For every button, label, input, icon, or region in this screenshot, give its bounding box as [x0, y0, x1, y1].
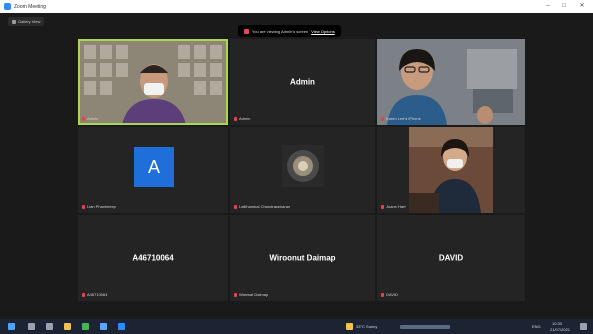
participant-name: Lalithambal Chandrasekaran — [239, 204, 291, 209]
video-tile-9[interactable]: DAVID DAVID — [377, 215, 525, 301]
share-indicator-icon — [244, 28, 249, 34]
maximize-button[interactable]: □ — [558, 2, 570, 10]
video-tile-8[interactable]: Wiroonut Daimap Wanwat Daimap — [230, 215, 375, 301]
title-bar: Zoom Meeting – □ ✕ — [0, 0, 593, 13]
screen-share-notice: You are viewing Admin's screen View Opti… — [238, 25, 341, 37]
edge-icon[interactable] — [100, 323, 107, 330]
zoom-app-icon — [4, 3, 11, 10]
video-tile-3[interactable]: Karen Lee's iPhone — [377, 39, 525, 125]
grid-icon — [12, 19, 16, 24]
close-button[interactable]: ✕ — [576, 2, 588, 10]
gallery-view-label: Gallery View — [18, 19, 41, 24]
participant-label: A46710064 — [82, 292, 107, 297]
excel-icon[interactable] — [82, 323, 89, 330]
file-explorer-icon[interactable] — [64, 323, 71, 330]
mic-muted-icon — [381, 292, 384, 297]
participant-avatar-image — [282, 145, 324, 187]
windows-start-icon[interactable] — [8, 323, 15, 330]
avatar: A — [134, 147, 174, 187]
clock-date[interactable]: 21/07/2021 — [550, 327, 570, 332]
video-tile-4[interactable]: A Lian Phanimeep — [78, 127, 228, 213]
participant-label: Joann Hart — [381, 204, 406, 209]
view-options-link[interactable]: View Options — [311, 29, 335, 34]
weather-text: 33°C Sunny — [356, 324, 378, 329]
participant-label: Lian Phanimeep — [82, 204, 116, 209]
participant-name: Karen Lee's iPhone — [386, 116, 421, 121]
language-indicator[interactable]: ENG — [532, 324, 541, 329]
zoom-taskbar-icon[interactable] — [118, 323, 125, 330]
participant-video-3 — [377, 39, 525, 125]
notice-text: You are viewing Admin's screen — [252, 28, 309, 34]
participant-name: Admin — [87, 116, 99, 121]
participant-label: Admin — [234, 116, 250, 121]
video-tile-7[interactable]: A46710064 A46710064 — [78, 215, 228, 301]
notification-icon[interactable] — [580, 323, 587, 330]
participant-name: Lian Phanimeep — [87, 204, 116, 209]
participant-video-1 — [78, 39, 228, 125]
clock-time[interactable]: 10:30 — [552, 321, 562, 326]
mic-muted-icon — [381, 116, 384, 121]
participant-display-name: Wiroonut Daimap — [269, 253, 336, 263]
participant-label: Karen Lee's iPhone — [381, 116, 421, 121]
participant-name: A46710064 — [87, 292, 108, 297]
taskbar: 33°C Sunny ENG 10:30 21/07/2021 — [0, 319, 593, 334]
minimize-button[interactable]: – — [542, 2, 554, 10]
participant-name: Admin — [239, 116, 251, 121]
task-view-icon[interactable] — [46, 323, 53, 330]
window-title: Zoom Meeting — [14, 3, 46, 10]
mic-muted-icon — [82, 204, 85, 209]
participant-label: DAVID — [381, 292, 398, 297]
mic-muted-icon — [234, 292, 237, 297]
participant-video-6 — [409, 127, 493, 213]
mic-muted-icon — [234, 204, 237, 209]
screen: Zoom Meeting – □ ✕ Gallery View You are … — [0, 0, 593, 334]
video-tile-1[interactable]: Admin — [78, 39, 228, 125]
participant-display-name: DAVID — [438, 253, 464, 263]
weather-icon — [346, 323, 353, 330]
video-tile-5[interactable]: Lalithambal Chandrasekaran — [230, 127, 375, 213]
participant-display-name: A46710064 — [132, 253, 174, 263]
participant-name: Joann Hart — [386, 204, 406, 209]
search-icon[interactable] — [28, 323, 35, 330]
mic-muted-icon — [234, 116, 237, 121]
system-tray-icons[interactable] — [400, 325, 450, 329]
gallery-view-button[interactable]: Gallery View — [8, 17, 45, 26]
meeting-window: Gallery View You are viewing Admin's scr… — [0, 13, 593, 319]
participant-name: DAVID — [386, 292, 398, 297]
mic-muted-icon — [82, 292, 85, 297]
participant-display-name: Admin — [290, 77, 315, 87]
participant-label: Admin — [82, 116, 98, 121]
participant-label: Wanwat Daimap — [234, 292, 268, 297]
participant-name: Wanwat Daimap — [239, 292, 269, 297]
mic-muted-icon — [381, 204, 384, 209]
participant-label: Lalithambal Chandrasekaran — [234, 204, 290, 209]
mic-muted-icon — [82, 116, 85, 121]
video-tile-6[interactable]: Joann Hart — [377, 127, 525, 213]
video-tile-2[interactable]: Admin Admin — [230, 39, 375, 125]
